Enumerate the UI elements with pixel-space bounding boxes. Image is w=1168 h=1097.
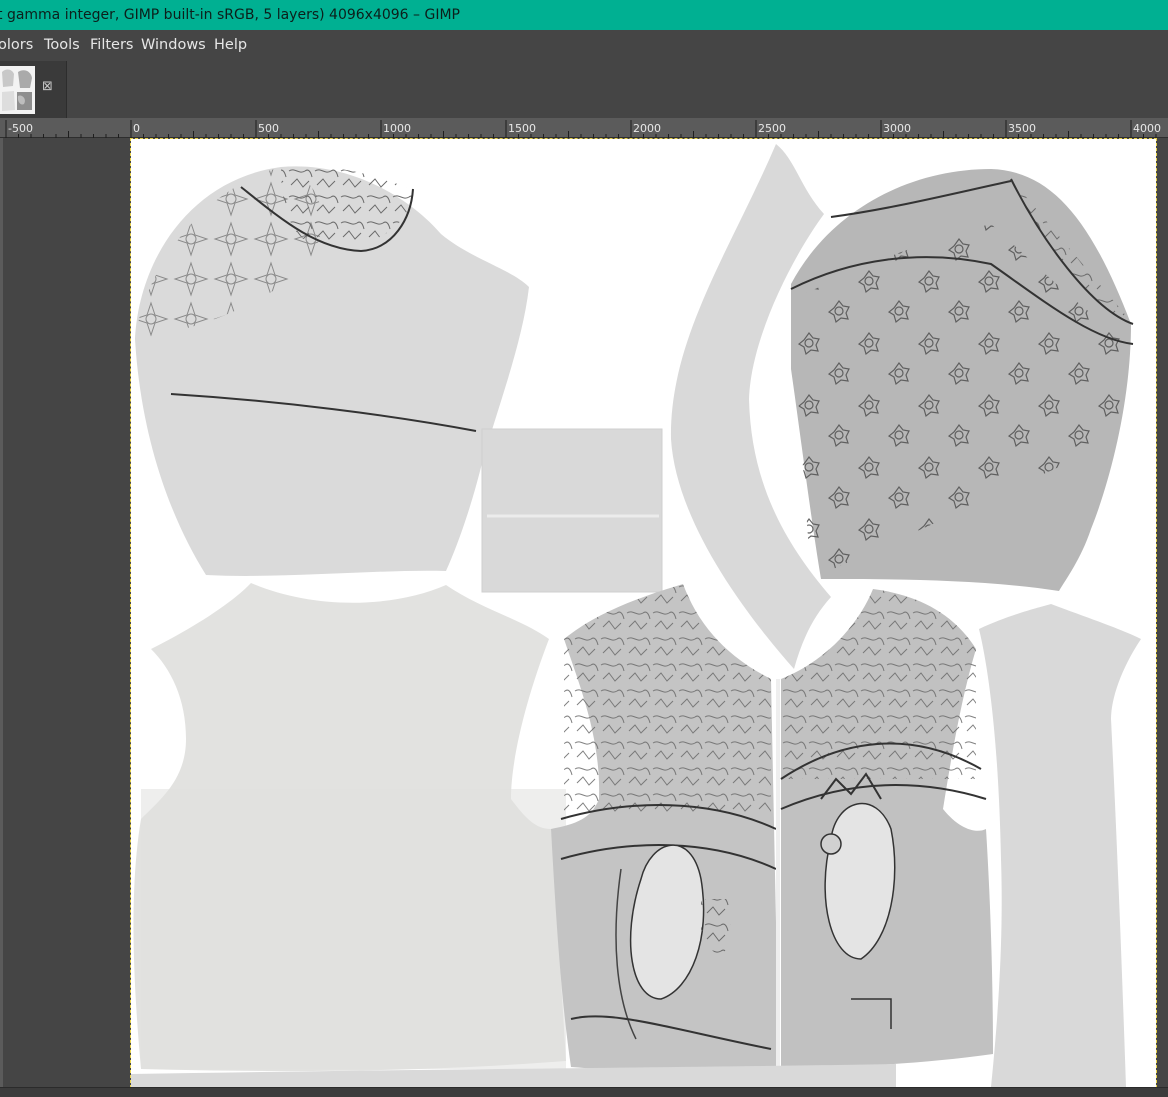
menu-filters[interactable]: Filters — [90, 30, 133, 61]
ruler-label: 2500 — [758, 122, 786, 135]
image-tab-strip: ⊠ — [0, 61, 1168, 118]
collar-piece — [481, 428, 663, 593]
sleeve-left-piece — [135, 165, 529, 576]
image-canvas[interactable] — [130, 138, 1157, 1087]
ruler-label: 0 — [133, 122, 140, 135]
close-icon[interactable]: ⊠ — [42, 80, 54, 93]
ruler-label: 4000 — [1133, 122, 1161, 135]
ruler-label: 3000 — [883, 122, 911, 135]
menu-colors[interactable]: olors — [0, 30, 33, 61]
sleeve-right-piece — [790, 169, 1134, 591]
ruler-label: 1500 — [508, 122, 536, 135]
menu-windows[interactable]: Windows — [141, 30, 206, 61]
uv-texture-artwork — [131, 144, 1141, 1087]
canvas-area[interactable] — [3, 138, 1168, 1087]
window-titlebar: t gamma integer, GIMP built-in sRGB, 5 l… — [0, 0, 1168, 30]
image-tab[interactable]: ⊠ — [0, 61, 67, 118]
front-right-panel — [776, 589, 993, 1069]
window-title: t gamma integer, GIMP built-in sRGB, 5 l… — [0, 7, 460, 23]
menu-tools[interactable]: Tools — [44, 30, 80, 61]
texture-thumbnail-icon — [0, 66, 35, 114]
menu-help[interactable]: Help — [214, 30, 247, 61]
ruler-label: 1000 — [383, 122, 411, 135]
side-strip-piece — [979, 604, 1141, 1087]
ruler-label: 500 — [258, 122, 279, 135]
ruler-label: -500 — [8, 122, 33, 135]
ruler-label: 3500 — [1008, 122, 1036, 135]
ruler-ticks: -500 0 500 1000 1500 2000 2500 3000 3500 4000 — [5, 120, 1161, 138]
back-panel-piece — [133, 583, 566, 1072]
ruler-label: 2000 — [633, 122, 661, 135]
horizontal-scrollbar[interactable] — [0, 1087, 1168, 1097]
menu-bar: olors Tools Filters Windows Help — [0, 30, 1168, 61]
horizontal-ruler[interactable]: -500 0 500 1000 1500 2000 2500 3000 3500 4000 — [0, 118, 1168, 138]
front-left-panel — [551, 584, 779, 1072]
